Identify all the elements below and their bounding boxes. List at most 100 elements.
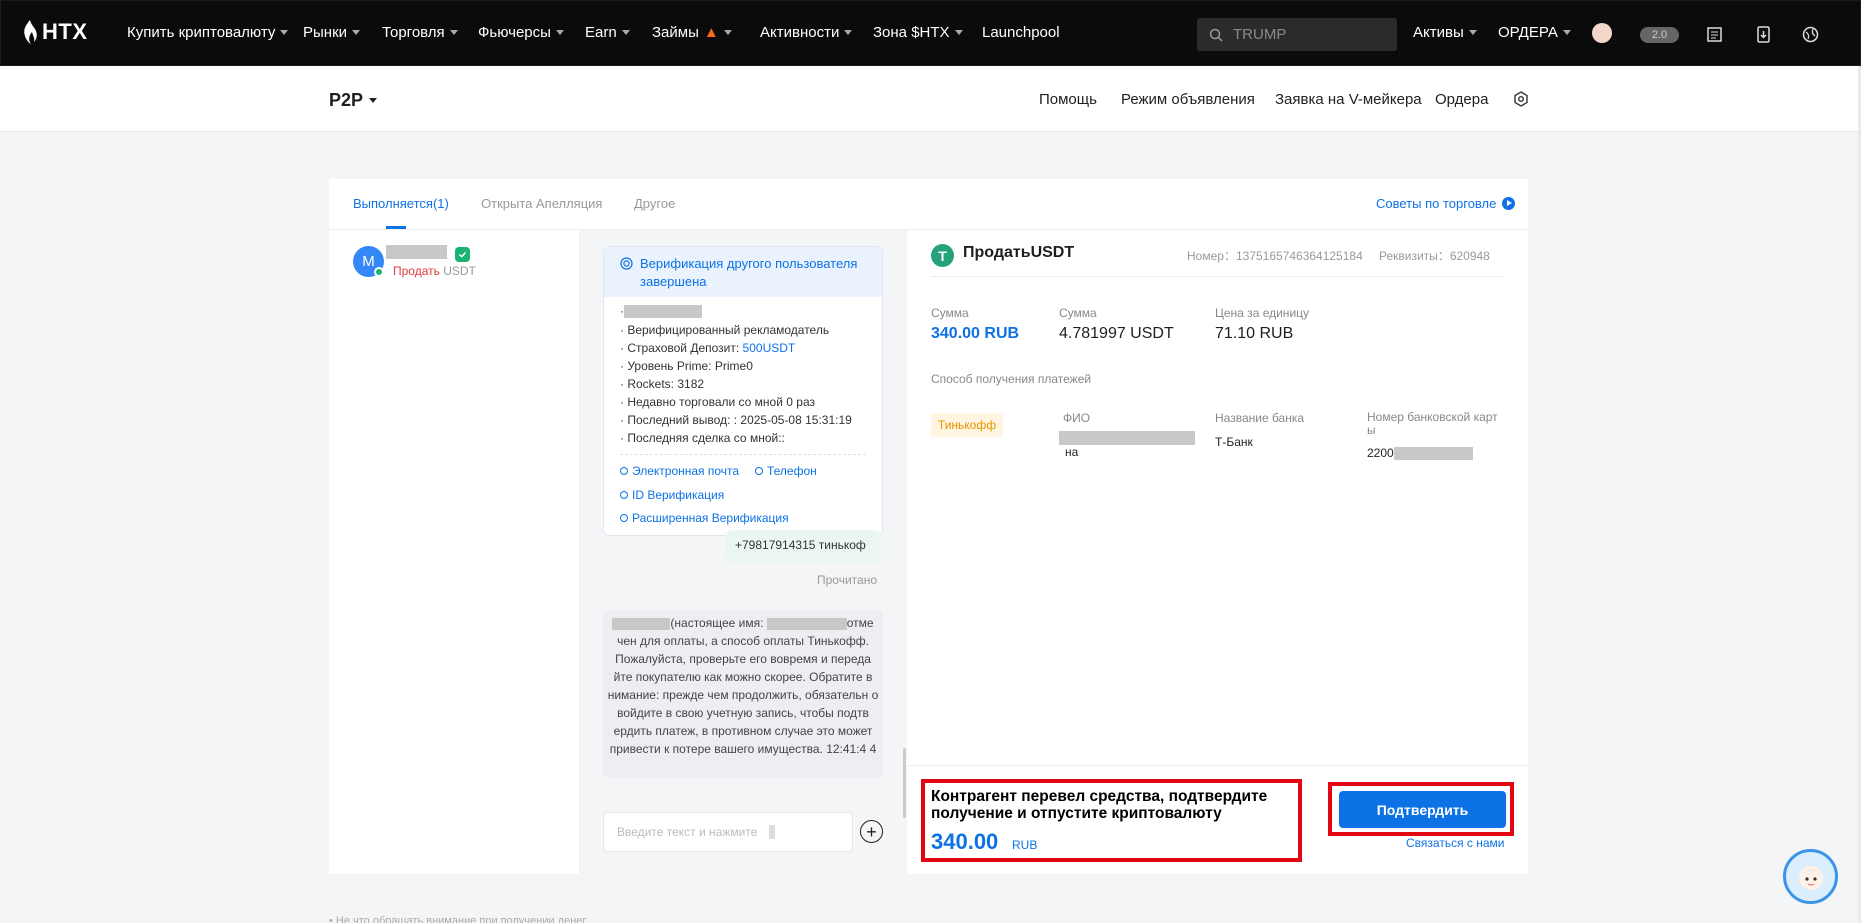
nav-orders[interactable]: ОРДЕРА — [1498, 24, 1571, 41]
amount-value: 340.00 RUB — [931, 325, 1020, 342]
support-chat-avatar[interactable] — [1783, 849, 1838, 904]
last-withdraw-line: · Последний вывод: : 2025-05-08 15:31:19 — [620, 413, 852, 427]
htx-logo[interactable]: HTX — [22, 18, 88, 46]
check-icon — [620, 514, 628, 522]
attach-plus-icon[interactable]: + — [860, 820, 883, 843]
redacted-card — [1393, 447, 1473, 461]
p2p-menu[interactable]: P2P — [329, 90, 378, 111]
download-icon[interactable] — [1752, 23, 1774, 45]
release-prompt: Контрагент перевел средства, подтвердите… — [931, 788, 1268, 822]
fire-icon: ▲ — [703, 24, 719, 41]
order-number-label: Номер： — [1187, 249, 1236, 263]
price-value: 71.10 RUB — [1215, 325, 1294, 342]
payment-method-label: Способ получения платежей — [931, 372, 1092, 386]
search-placeholder: TRUMP — [1233, 26, 1287, 43]
chevron-down-icon — [369, 98, 378, 103]
confirm-button[interactable]: Подтвердить — [1339, 791, 1506, 828]
release-amount: 340.00 — [931, 829, 999, 854]
card-value: 2200 — [1367, 446, 1473, 461]
nav-trading[interactable]: Торговля — [382, 24, 458, 41]
order-number-value: 1375165746364125184 — [1235, 249, 1363, 263]
nav-label: Launchpool — [982, 24, 1060, 41]
nav-earn[interactable]: Earn — [585, 24, 630, 41]
system-message-part2: отме чен для оплаты, а способ оплаты Тин… — [607, 616, 879, 756]
nav-assets[interactable]: Активы — [1413, 24, 1477, 41]
card-divider — [620, 454, 866, 455]
chevron-down-icon — [954, 30, 963, 35]
deposit-label: · Страховой Депозит: — [620, 341, 743, 355]
prime-level-line: · Уровень Prime: Prime0 — [620, 359, 753, 373]
nav-buy-crypto[interactable]: Купить криптовалюту — [127, 24, 289, 41]
fio-suffix: на — [1065, 445, 1079, 459]
nav-futures[interactable]: Фьючерсы — [478, 24, 564, 41]
last-deal-line: · Последняя сделка со мной:: — [620, 431, 785, 445]
card-label: Номер банковской карт ы — [1367, 410, 1498, 437]
search-icon — [1209, 28, 1223, 42]
nav-label: Рынки — [303, 24, 348, 41]
nav-launchpool[interactable]: Launchpool — [982, 24, 1060, 41]
active-tab-indicator — [386, 226, 406, 229]
chat-input-placeholder: Введите текст и нажмите — [617, 825, 758, 839]
help-link[interactable]: Помощь — [1039, 91, 1097, 108]
nav-label: Фьючерсы — [478, 24, 551, 41]
settings-icon[interactable] — [1513, 91, 1529, 110]
order-action: Продать — [393, 264, 440, 278]
nav-htx-zone[interactable]: Зона $HTX — [873, 24, 963, 41]
chat-scrollbar[interactable] — [903, 748, 906, 818]
check-icon — [620, 491, 628, 499]
chat-input[interactable]: Введите текст и нажмите — [603, 812, 853, 852]
nav-label: Торговля — [382, 24, 445, 41]
emoji-icon[interactable] — [769, 825, 776, 839]
user-avatar[interactable] — [1592, 23, 1612, 43]
order-header-divider — [931, 276, 1505, 277]
chevron-down-icon — [723, 30, 732, 35]
level-badge[interactable]: 2.0 — [1640, 27, 1679, 43]
tab-appeal[interactable]: Открыта Апелляция — [481, 196, 602, 211]
trading-tips-link[interactable]: Советы по торговле — [1376, 196, 1516, 211]
id-verified-badge: ID Верификация — [620, 488, 724, 502]
chevron-down-icon — [280, 30, 289, 35]
order-asset: USDT — [443, 264, 476, 278]
check-icon — [755, 467, 763, 475]
globe-icon[interactable] — [1799, 23, 1821, 45]
nav-markets[interactable]: Рынки — [303, 24, 361, 41]
system-message-text: (настоящее имя: отме чен для оплаты, а с… — [607, 614, 879, 758]
payment-method-tag: Тинькофф — [931, 413, 1003, 437]
quantity-label: Сумма — [1059, 306, 1097, 320]
level-badge-text: 2.0 — [1651, 29, 1668, 41]
ad-mode-link[interactable]: Режим объявления — [1121, 91, 1255, 108]
rockets-line: · Rockets: 3182 — [620, 377, 705, 391]
tab-in-progress[interactable]: Выполняется(1) — [353, 196, 449, 211]
online-status-dot — [374, 267, 384, 277]
check-icon — [620, 467, 628, 475]
chevron-down-icon — [449, 30, 458, 35]
order-list-item-summary[interactable]: Продать USDT — [393, 264, 476, 278]
notes-icon[interactable] — [1703, 23, 1725, 45]
recent-trades-line: · Недавно торговали со мной 0 раз — [620, 395, 815, 409]
verified-advertiser-line: · Верифицированный рекламодатель — [620, 323, 830, 337]
redacted-username — [386, 245, 447, 259]
bank-label: Название банка — [1215, 411, 1305, 425]
nav-loans[interactable]: Займы ▲ — [652, 24, 732, 41]
contact-us-link[interactable]: Связаться с нами — [1406, 836, 1504, 850]
nav-label: Активности — [760, 24, 840, 41]
search-box[interactable]: TRUMP — [1197, 18, 1397, 51]
card-prefix: 2200 — [1367, 446, 1394, 460]
order-details-code: Реквизиты：620948 — [1379, 247, 1490, 264]
phone-verified-badge: Телефон — [755, 464, 817, 478]
orders-link[interactable]: Ордера — [1435, 91, 1488, 108]
deposit-line: · Страховой Депозит: 500USDT — [620, 341, 795, 355]
p2p-title: P2P — [329, 90, 364, 110]
nav-activities[interactable]: Активности — [760, 24, 853, 41]
bank-value: Т-Банк — [1215, 435, 1253, 449]
email-verified-badge: Электронная почта — [620, 464, 739, 478]
badge-label: Электронная почта — [632, 464, 740, 478]
redacted-name — [612, 617, 671, 630]
chevron-down-icon — [1562, 30, 1571, 35]
redacted-fio — [1059, 431, 1195, 445]
tab-other[interactable]: Другое — [634, 196, 675, 211]
peer-message-text: +79817914315 тинькоф — [735, 538, 866, 552]
nav-label: Зона $HTX — [873, 24, 950, 41]
redacted-name — [624, 305, 702, 319]
v-maker-link[interactable]: Заявка на V-мейкера — [1275, 91, 1422, 108]
